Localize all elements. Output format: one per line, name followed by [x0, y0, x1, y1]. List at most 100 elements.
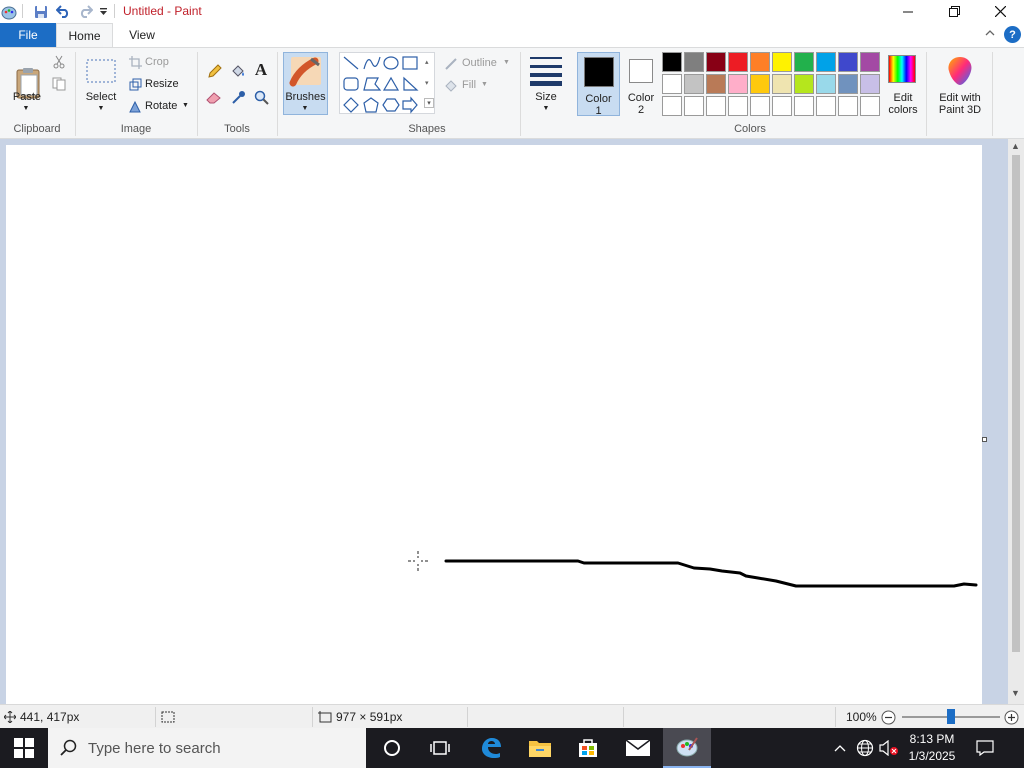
redo-icon[interactable]	[77, 3, 93, 20]
volume-muted-icon[interactable]	[878, 728, 900, 768]
task-view-icon[interactable]	[416, 728, 464, 768]
scroll-up-icon[interactable]: ▲	[1011, 141, 1020, 151]
palette-swatch[interactable]	[684, 74, 704, 94]
paint3d-label-2: Paint 3D	[938, 104, 982, 116]
collapse-ribbon-icon[interactable]	[983, 27, 997, 41]
rotate-dropdown-icon[interactable]: ▼	[182, 102, 189, 109]
resize-button[interactable]: Resize	[145, 78, 179, 90]
close-button[interactable]	[977, 0, 1023, 23]
save-icon[interactable]	[33, 3, 49, 20]
palette-swatch[interactable]	[684, 96, 704, 116]
undo-icon[interactable]	[55, 3, 71, 20]
zoom-in-icon[interactable]	[1004, 709, 1019, 725]
paste-dropdown-icon[interactable]: ▼	[20, 103, 32, 115]
drawing-canvas[interactable]	[6, 145, 982, 704]
shapes-more[interactable]: ▾	[424, 98, 434, 108]
paint-app-icon[interactable]	[0, 3, 18, 20]
zoom-slider-thumb[interactable]	[947, 709, 955, 724]
crop-button[interactable]: Crop	[145, 56, 169, 68]
brushes-button[interactable]: Brushes ▼	[283, 52, 328, 115]
canvas-resize-handle[interactable]	[982, 437, 987, 442]
text-icon[interactable]: A	[252, 60, 270, 79]
palette-swatch[interactable]	[728, 52, 748, 72]
palette-swatch[interactable]	[772, 96, 792, 116]
palette-swatch[interactable]	[816, 74, 836, 94]
palette-swatch[interactable]	[794, 96, 814, 116]
fill-button[interactable]: Fill	[462, 79, 476, 91]
palette-swatch[interactable]	[860, 74, 880, 94]
palette-swatch[interactable]	[750, 74, 770, 94]
file-explorer-icon[interactable]	[516, 728, 564, 768]
palette-swatch[interactable]	[706, 74, 726, 94]
palette-swatch[interactable]	[816, 52, 836, 72]
fill-bucket-icon[interactable]	[229, 62, 247, 80]
outline-dropdown-icon[interactable]: ▼	[503, 59, 510, 66]
minimize-button[interactable]	[885, 0, 931, 23]
color1-button[interactable]: Color 1	[577, 52, 620, 117]
windows-start-icon[interactable]	[0, 728, 48, 768]
edit-colors-button[interactable]: Edit colors	[883, 52, 923, 116]
palette-swatch[interactable]	[750, 52, 770, 72]
help-icon[interactable]: ?	[1004, 26, 1021, 43]
palette-swatch[interactable]	[684, 52, 704, 72]
maximize-button[interactable]	[931, 0, 977, 23]
palette-swatch[interactable]	[662, 74, 682, 94]
select-dropdown-icon[interactable]: ▼	[95, 103, 107, 115]
palette-swatch[interactable]	[838, 96, 858, 116]
tab-home[interactable]: Home	[56, 23, 113, 48]
palette-swatch[interactable]	[838, 74, 858, 94]
notifications-icon[interactable]	[962, 728, 1008, 768]
palette-swatch[interactable]	[838, 52, 858, 72]
palette-swatch[interactable]	[794, 74, 814, 94]
palette-swatch[interactable]	[728, 74, 748, 94]
fill-dropdown-icon[interactable]: ▼	[481, 81, 488, 88]
vertical-scrollbar[interactable]: ▲ ▼	[1008, 139, 1024, 704]
shapes-scroll-down[interactable]: ▾	[425, 79, 433, 87]
color2-button[interactable]: Color 2	[621, 52, 661, 116]
palette-swatch[interactable]	[662, 96, 682, 116]
palette-swatch[interactable]	[706, 52, 726, 72]
palette-swatch[interactable]	[860, 96, 880, 116]
color-picker-icon[interactable]	[229, 88, 247, 106]
tab-file[interactable]: File	[0, 23, 56, 47]
magnifier-icon[interactable]	[252, 88, 270, 106]
copy-icon[interactable]	[50, 76, 68, 92]
palette-swatch[interactable]	[662, 52, 682, 72]
pencil-icon[interactable]	[205, 62, 223, 80]
eraser-icon[interactable]	[205, 88, 223, 106]
palette-swatch[interactable]	[816, 96, 836, 116]
store-icon[interactable]	[564, 728, 612, 768]
tab-view[interactable]: View	[116, 23, 168, 47]
zoom-out-icon[interactable]	[881, 709, 896, 725]
palette-swatch[interactable]	[706, 96, 726, 116]
paint-taskbar-icon[interactable]	[663, 728, 711, 768]
palette-swatch[interactable]	[860, 52, 880, 72]
network-icon[interactable]	[854, 728, 876, 768]
palette-swatch[interactable]	[772, 74, 792, 94]
palette-swatch[interactable]	[728, 96, 748, 116]
oval-shape-icon	[383, 56, 399, 70]
customize-dropdown-icon[interactable]	[97, 3, 109, 20]
close-icon	[994, 6, 1006, 17]
shapes-scroll-up[interactable]: ▴	[425, 58, 433, 66]
edit-with-paint3d-button[interactable]: Edit with Paint 3D	[931, 52, 989, 118]
palette-swatch[interactable]	[794, 52, 814, 72]
cortana-icon[interactable]	[368, 728, 416, 768]
show-hidden-icons-icon[interactable]	[832, 728, 848, 768]
outline-button[interactable]: Outline	[462, 57, 497, 69]
rotate-button[interactable]: Rotate	[145, 100, 177, 112]
scrollbar-thumb[interactable]	[1012, 155, 1020, 652]
scroll-down-icon[interactable]: ▼	[1011, 688, 1020, 698]
scissors-icon[interactable]	[50, 54, 68, 70]
clock-time[interactable]: 8:13 PM	[906, 732, 958, 746]
select-button[interactable]	[84, 56, 118, 86]
clock-date[interactable]: 1/3/2025	[906, 749, 958, 763]
size-button[interactable]: Size ▼	[526, 52, 566, 115]
rainbow-icon	[888, 55, 916, 83]
palette-swatch[interactable]	[750, 96, 770, 116]
ribbon-tabs: File Home View ?	[0, 23, 1024, 48]
edge-icon[interactable]	[467, 728, 515, 768]
palette-swatch[interactable]	[772, 52, 792, 72]
mail-icon[interactable]	[614, 728, 662, 768]
taskbar-search-box[interactable]: Type here to search	[48, 728, 366, 768]
